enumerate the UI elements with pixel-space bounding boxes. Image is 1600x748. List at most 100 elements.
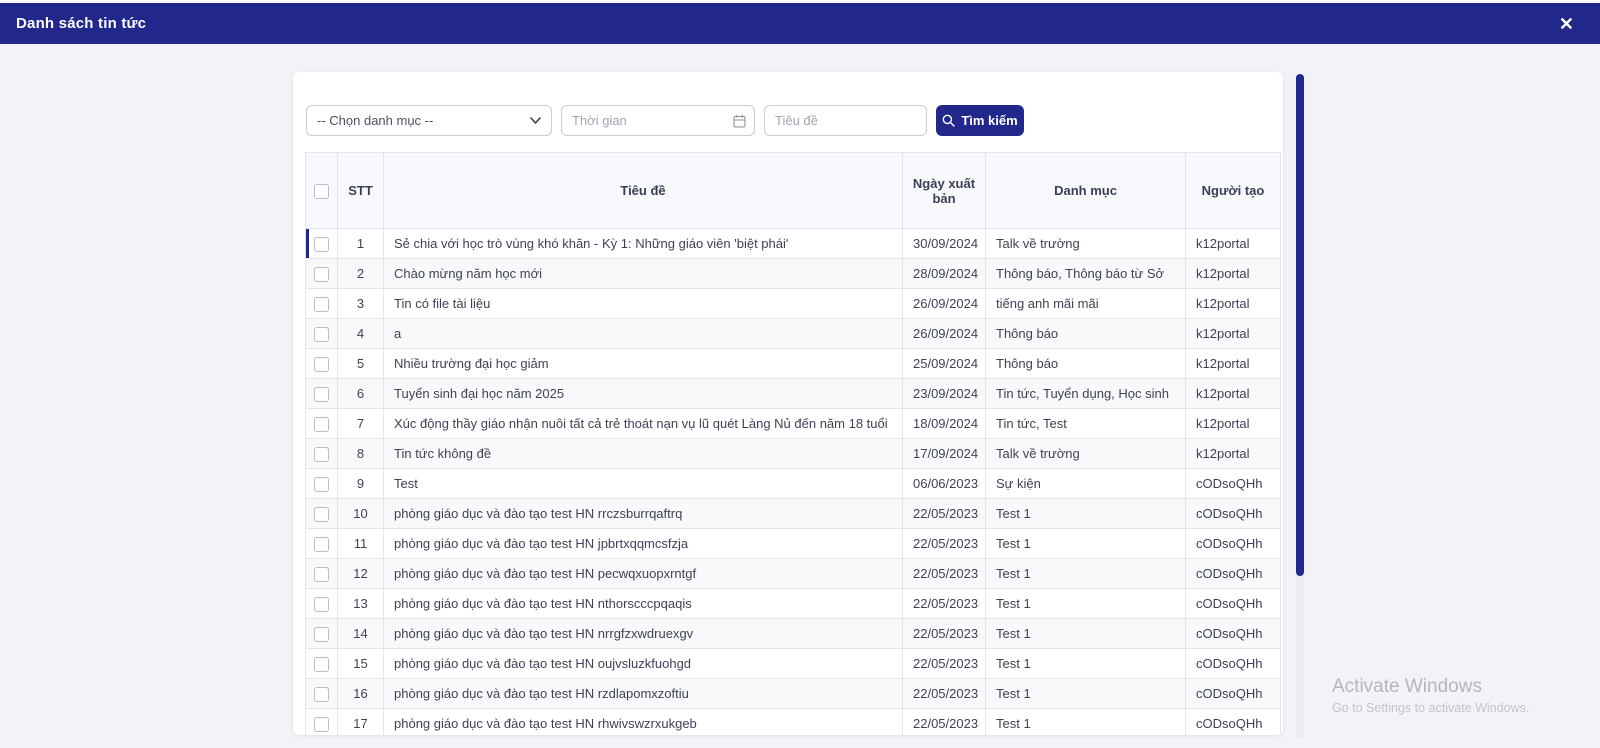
table-row[interactable]: 8 Tin tức không đề 17/09/2024 Talk về tr…: [306, 439, 1281, 469]
row-creator: cODsoQHh: [1186, 619, 1281, 649]
row-publish-date: 18/09/2024: [903, 409, 986, 439]
row-checkbox-cell: [306, 499, 338, 529]
row-stt: 6: [338, 379, 384, 409]
row-checkbox[interactable]: [314, 357, 329, 372]
row-publish-date: 23/09/2024: [903, 379, 986, 409]
select-all-checkbox[interactable]: [314, 184, 329, 199]
row-creator: cODsoQHh: [1186, 709, 1281, 736]
row-checkbox[interactable]: [314, 267, 329, 282]
row-stt: 8: [338, 439, 384, 469]
title-search-input[interactable]: [764, 105, 927, 136]
row-checkbox-cell: [306, 409, 338, 439]
row-title: Chào mừng năm học mới: [384, 259, 903, 289]
row-checkbox[interactable]: [314, 447, 329, 462]
table-row[interactable]: 1 Sẻ chia với học trò vùng khó khăn - Kỳ…: [306, 229, 1281, 259]
table-row[interactable]: 9 Test 06/06/2023 Sự kiện cODsoQHh: [306, 469, 1281, 499]
row-checkbox-cell: [306, 679, 338, 709]
row-creator: cODsoQHh: [1186, 589, 1281, 619]
activate-windows-watermark: Activate Windows Go to Settings to activ…: [1332, 676, 1529, 715]
table-row[interactable]: 13 phòng giáo dục và đào tạo test HN nth…: [306, 589, 1281, 619]
row-stt: 10: [338, 499, 384, 529]
column-header-creator: Người tạo: [1186, 153, 1281, 229]
row-title: phòng giáo dục và đào tạo test HN jpbrtx…: [384, 529, 903, 559]
row-checkbox[interactable]: [314, 387, 329, 402]
row-checkbox[interactable]: [314, 507, 329, 522]
date-input[interactable]: [572, 113, 733, 128]
table-row[interactable]: 3 Tin có file tài liệu 26/09/2024 tiếng …: [306, 289, 1281, 319]
row-stt: 16: [338, 679, 384, 709]
row-stt: 15: [338, 649, 384, 679]
row-checkbox[interactable]: [314, 687, 329, 702]
row-checkbox-cell: [306, 349, 338, 379]
search-button[interactable]: Tìm kiếm: [936, 105, 1024, 136]
row-checkbox[interactable]: [314, 627, 329, 642]
row-category: Test 1: [986, 709, 1186, 736]
row-publish-date: 28/09/2024: [903, 259, 986, 289]
row-creator: k12portal: [1186, 319, 1281, 349]
row-creator: k12portal: [1186, 349, 1281, 379]
row-publish-date: 22/05/2023: [903, 679, 986, 709]
row-checkbox[interactable]: [314, 237, 329, 252]
column-header-stt: STT: [338, 153, 384, 229]
row-creator: k12portal: [1186, 379, 1281, 409]
calendar-icon[interactable]: [733, 114, 746, 128]
row-creator: k12portal: [1186, 259, 1281, 289]
row-creator: cODsoQHh: [1186, 499, 1281, 529]
row-checkbox[interactable]: [314, 657, 329, 672]
row-title: Tuyển sinh đại học năm 2025: [384, 379, 903, 409]
chevron-down-icon: [530, 117, 541, 124]
row-checkbox-cell: [306, 649, 338, 679]
table-row[interactable]: 11 phòng giáo dục và đào tạo test HN jpb…: [306, 529, 1281, 559]
row-category: Tin tức, Test: [986, 409, 1186, 439]
category-select-value: -- Chọn danh mục --: [317, 113, 433, 128]
row-publish-date: 25/09/2024: [903, 349, 986, 379]
row-creator: cODsoQHh: [1186, 529, 1281, 559]
close-icon[interactable]: ✕: [1559, 15, 1574, 33]
row-title: a: [384, 319, 903, 349]
row-checkbox[interactable]: [314, 717, 329, 732]
table-row[interactable]: 4 a 26/09/2024 Thông báo k12portal: [306, 319, 1281, 349]
table-row[interactable]: 14 phòng giáo dục và đào tạo test HN nrr…: [306, 619, 1281, 649]
category-select[interactable]: -- Chọn danh mục --: [306, 105, 552, 136]
table-row[interactable]: 17 phòng giáo dục và đào tạo test HN rhw…: [306, 709, 1281, 736]
row-category: Thông báo: [986, 349, 1186, 379]
row-title: phòng giáo dục và đào tạo test HN nthors…: [384, 589, 903, 619]
row-checkbox-cell: [306, 319, 338, 349]
scrollbar-track[interactable]: [1296, 74, 1304, 738]
table-row[interactable]: 5 Nhiều trường đại học giảm 25/09/2024 T…: [306, 349, 1281, 379]
table-row[interactable]: 2 Chào mừng năm học mới 28/09/2024 Thông…: [306, 259, 1281, 289]
table-row[interactable]: 12 phòng giáo dục và đào tạo test HN pec…: [306, 559, 1281, 589]
row-checkbox-cell: [306, 229, 338, 259]
table-row[interactable]: 7 Xúc động thầy giáo nhận nuôi tất cả tr…: [306, 409, 1281, 439]
row-checkbox-cell: [306, 469, 338, 499]
row-stt: 11: [338, 529, 384, 559]
table-row[interactable]: 10 phòng giáo dục và đào tạo test HN rrc…: [306, 499, 1281, 529]
row-title: phòng giáo dục và đào tạo test HN nrrgfz…: [384, 619, 903, 649]
row-category: Talk về trường: [986, 439, 1186, 469]
row-title: phòng giáo dục và đào tạo test HN rrczsb…: [384, 499, 903, 529]
table-row[interactable]: 15 phòng giáo dục và đào tạo test HN ouj…: [306, 649, 1281, 679]
column-header-publish-date: Ngày xuất bản: [903, 153, 986, 229]
row-category: Test 1: [986, 679, 1186, 709]
row-title: Tin tức không đề: [384, 439, 903, 469]
row-checkbox[interactable]: [314, 297, 329, 312]
column-header-title: Tiêu đề: [384, 153, 903, 229]
row-checkbox[interactable]: [314, 417, 329, 432]
row-checkbox[interactable]: [314, 537, 329, 552]
table-row[interactable]: 16 phòng giáo dục và đào tạo test HN rzd…: [306, 679, 1281, 709]
row-checkbox[interactable]: [314, 597, 329, 612]
row-publish-date: 30/09/2024: [903, 229, 986, 259]
row-checkbox[interactable]: [314, 327, 329, 342]
table-header-row: STT Tiêu đề Ngày xuất bản Danh mục Người…: [306, 153, 1281, 229]
row-checkbox[interactable]: [314, 477, 329, 492]
row-publish-date: 22/05/2023: [903, 559, 986, 589]
row-publish-date: 26/09/2024: [903, 319, 986, 349]
news-list-card: -- Chọn danh mục -- Tìm kiếm STT Tiêu đề…: [293, 72, 1283, 735]
row-creator: k12portal: [1186, 439, 1281, 469]
row-checkbox[interactable]: [314, 567, 329, 582]
date-field-wrapper: [561, 105, 755, 136]
table-row[interactable]: 6 Tuyển sinh đại học năm 2025 23/09/2024…: [306, 379, 1281, 409]
row-title: Nhiều trường đại học giảm: [384, 349, 903, 379]
scrollbar-thumb[interactable]: [1296, 74, 1304, 576]
row-title: Test: [384, 469, 903, 499]
